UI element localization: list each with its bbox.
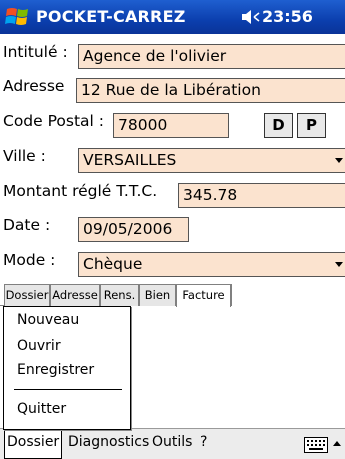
menu-item-ouvrir[interactable]: Ouvrir xyxy=(4,338,130,354)
tab-dossier[interactable]: Dossier xyxy=(4,284,50,306)
mode-combo[interactable]: Chèque xyxy=(78,252,345,277)
title-bar: POCKET-CARREZ 23:56 xyxy=(0,0,345,34)
montant-label: Montant réglé T.T.C. xyxy=(3,182,158,200)
tab-strip: Dossier Adresse Rens. Bien Facture xyxy=(0,284,345,307)
menubar-diagnostics[interactable]: Diagnostics xyxy=(68,434,149,450)
tab-adresse[interactable]: Adresse xyxy=(50,284,100,306)
menubar-outils[interactable]: Outils xyxy=(152,434,192,450)
ville-label: Ville : xyxy=(3,147,46,165)
bottom-menu-bar: Dossier Diagnostics Outils ? xyxy=(0,428,345,459)
date-field[interactable]: 09/05/2006 xyxy=(78,217,189,242)
p-button[interactable]: P xyxy=(297,113,326,138)
windows-flag-icon[interactable] xyxy=(4,4,32,30)
code-postal-field[interactable]: 78000 xyxy=(113,113,229,138)
d-button[interactable]: D xyxy=(264,113,293,138)
adresse-field[interactable]: 12 Rue de la Libération xyxy=(76,78,345,103)
tab-bien[interactable]: Bien xyxy=(139,284,176,306)
ville-value: VERSAILLES xyxy=(83,151,177,169)
ville-combo[interactable]: VERSAILLES xyxy=(78,148,345,173)
keyboard-icon[interactable] xyxy=(304,437,328,453)
chevron-down-icon[interactable] xyxy=(335,262,343,267)
adresse-label: Adresse xyxy=(3,77,65,95)
speaker-icon[interactable] xyxy=(240,9,260,25)
menubar-help[interactable]: ? xyxy=(200,434,207,450)
menu-item-quitter[interactable]: Quitter xyxy=(4,401,130,417)
dossier-menu: Nouveau Ouvrir Enregistrer Quitter xyxy=(3,306,131,430)
intitule-field[interactable]: Agence de l'olivier xyxy=(78,44,345,69)
menubar-dossier[interactable]: Dossier xyxy=(4,429,63,459)
menu-item-enregistrer[interactable]: Enregistrer xyxy=(4,362,130,378)
menu-separator xyxy=(14,389,122,390)
intitule-label: Intitulé : xyxy=(3,43,68,61)
app-title: POCKET-CARREZ xyxy=(36,7,186,26)
tab-rens[interactable]: Rens. xyxy=(100,284,139,306)
menu-item-nouveau[interactable]: Nouveau xyxy=(4,312,130,328)
date-label: Date : xyxy=(3,216,51,234)
mode-label: Mode : xyxy=(3,251,56,269)
titlebar-right-area xyxy=(307,0,345,34)
tab-facture[interactable]: Facture xyxy=(176,284,231,307)
montant-field[interactable]: 345.78 xyxy=(178,183,345,208)
clock[interactable]: 23:56 xyxy=(262,7,313,26)
tab-strip-filler xyxy=(231,284,345,306)
chevron-down-icon[interactable] xyxy=(335,158,343,163)
up-arrow-icon[interactable] xyxy=(332,437,342,451)
code-postal-label: Code Postal : xyxy=(3,112,104,130)
mode-value: Chèque xyxy=(83,255,143,273)
